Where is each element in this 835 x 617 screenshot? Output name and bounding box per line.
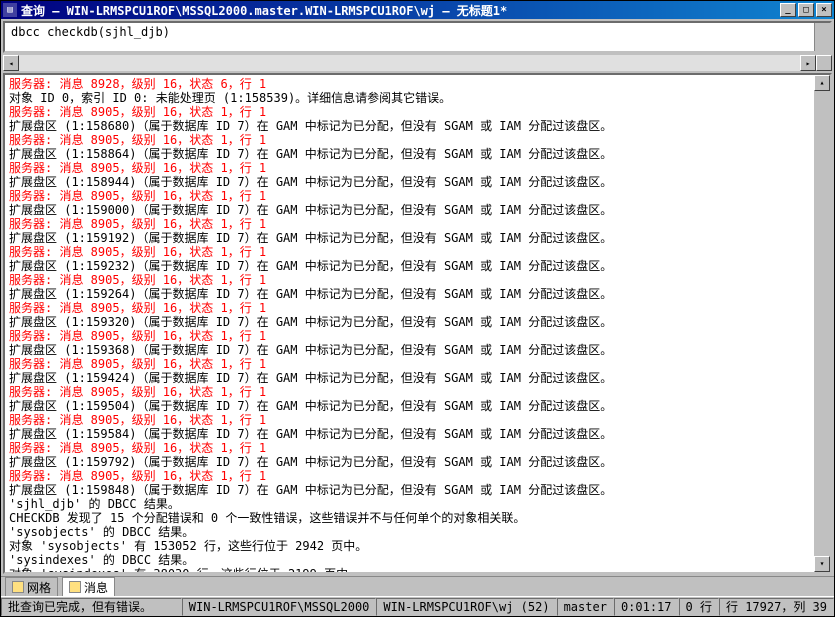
results-vscrollbar[interactable]: ▴ ▾: [814, 75, 830, 572]
message-line: 服务器: 消息 8905，级别 16，状态 1，行 1: [9, 413, 826, 427]
status-server: WIN-LRMSPCU1ROF\MSSQL2000: [182, 598, 377, 616]
scroll-corner: [816, 55, 832, 71]
message-line: 'sjhl_djb' 的 DBCC 结果。: [9, 497, 826, 511]
message-line: 服务器: 消息 8905，级别 16，状态 1，行 1: [9, 357, 826, 371]
scroll-left-icon[interactable]: ◂: [3, 55, 19, 71]
message-line: 扩展盘区 (1:159424)（属于数据库 ID 7）在 GAM 中标记为已分配…: [9, 371, 826, 385]
status-rows: 0 行: [679, 598, 719, 616]
message-line: 扩展盘区 (1:158944)（属于数据库 ID 7）在 GAM 中标记为已分配…: [9, 175, 826, 189]
message-line: 扩展盘区 (1:159320)（属于数据库 ID 7）在 GAM 中标记为已分配…: [9, 315, 826, 329]
scroll-down-icon[interactable]: ▾: [814, 556, 830, 572]
tab-messages-label: 消息: [84, 579, 108, 596]
message-line: 服务器: 消息 8905，级别 16，状态 1，行 1: [9, 329, 826, 343]
message-line: CHECKDB 发现了 15 个分配错误和 0 个一致性错误，这些错误并不与任何…: [9, 511, 826, 525]
message-line: 'sysindexes' 的 DBCC 结果。: [9, 553, 826, 567]
message-line: 扩展盘区 (1:159584)（属于数据库 ID 7）在 GAM 中标记为已分配…: [9, 427, 826, 441]
message-line: 扩展盘区 (1:159848)（属于数据库 ID 7）在 GAM 中标记为已分配…: [9, 483, 826, 497]
window-title: 查询 — WIN-LRMSPCU1ROF\MSSQL2000.master.WI…: [21, 2, 507, 19]
status-time: 0:01:17: [614, 598, 679, 616]
editor-content: dbcc checkdb(sjhl_djb): [11, 25, 170, 39]
message-line: 扩展盘区 (1:159792)（属于数据库 ID 7）在 GAM 中标记为已分配…: [9, 455, 826, 469]
message-line: 服务器: 消息 8905，级别 16，状态 1，行 1: [9, 385, 826, 399]
message-line: 服务器: 消息 8905，级别 16，状态 1，行 1: [9, 217, 826, 231]
scroll-up-icon[interactable]: ▴: [814, 75, 830, 91]
message-line: 扩展盘区 (1:159368)（属于数据库 ID 7）在 GAM 中标记为已分配…: [9, 343, 826, 357]
message-line: 服务器: 消息 8905，级别 16，状态 1，行 1: [9, 133, 826, 147]
message-line: 服务器: 消息 8905，级别 16，状态 1，行 1: [9, 245, 826, 259]
minimize-button[interactable]: _: [780, 3, 796, 17]
message-line: 扩展盘区 (1:159232)（属于数据库 ID 7）在 GAM 中标记为已分配…: [9, 259, 826, 273]
grid-icon: [12, 581, 24, 593]
message-line: 扩展盘区 (1:158864)（属于数据库 ID 7）在 GAM 中标记为已分配…: [9, 147, 826, 161]
message-line: 服务器: 消息 8905，级别 16，状态 1，行 1: [9, 105, 826, 119]
sql-editor[interactable]: dbcc checkdb(sjhl_djb): [3, 21, 832, 53]
message-line: 服务器: 消息 8905，级别 16，状态 1，行 1: [9, 273, 826, 287]
tab-grid[interactable]: 网格: [5, 577, 58, 597]
message-line: 扩展盘区 (1:158680)（属于数据库 ID 7）在 GAM 中标记为已分配…: [9, 119, 826, 133]
maximize-button[interactable]: □: [798, 3, 814, 17]
message-line: 扩展盘区 (1:159000)（属于数据库 ID 7）在 GAM 中标记为已分配…: [9, 203, 826, 217]
message-line: 服务器: 消息 8905，级别 16，状态 1，行 1: [9, 301, 826, 315]
message-line: 对象 'sysindexes' 有 38030 行，这些行位于 2199 页中。: [9, 567, 826, 574]
message-line: 对象 'sysobjects' 有 153052 行，这些行位于 2942 页中…: [9, 539, 826, 553]
message-line: 服务器: 消息 8905，级别 16，状态 1，行 1: [9, 161, 826, 175]
result-tabs: 网格 消息: [1, 576, 834, 596]
query-window: ▤ 查询 — WIN-LRMSPCU1ROF\MSSQL2000.master.…: [0, 0, 835, 617]
status-position: 行 17927，列 39: [719, 598, 834, 616]
message-line: 服务器: 消息 8905，级别 16，状态 1，行 1: [9, 441, 826, 455]
tab-messages[interactable]: 消息: [62, 577, 115, 597]
tab-grid-label: 网格: [27, 579, 51, 596]
editor-vscrollbar[interactable]: [814, 23, 830, 51]
message-line: 扩展盘区 (1:159504)（属于数据库 ID 7）在 GAM 中标记为已分配…: [9, 399, 826, 413]
scroll-right-icon[interactable]: ▸: [800, 55, 816, 71]
message-line: 服务器: 消息 8905，级别 16，状态 1，行 1: [9, 189, 826, 203]
title-bar[interactable]: ▤ 查询 — WIN-LRMSPCU1ROF\MSSQL2000.master.…: [1, 1, 834, 19]
message-line: 'sysobjects' 的 DBCC 结果。: [9, 525, 826, 539]
close-button[interactable]: ×: [816, 3, 832, 17]
results-pane[interactable]: 服务器: 消息 8928，级别 16，状态 6，行 1对象 ID 0，索引 ID…: [3, 73, 832, 574]
status-database: master: [557, 598, 614, 616]
status-bar: 批查询已完成，但有错误。 WIN-LRMSPCU1ROF\MSSQL2000 W…: [1, 596, 834, 616]
message-line: 对象 ID 0，索引 ID 0: 未能处理页 (1:158539)。详细信息请参…: [9, 91, 826, 105]
message-line: 服务器: 消息 8928，级别 16，状态 6，行 1: [9, 77, 826, 91]
editor-hscrollbar[interactable]: ◂ ▸: [3, 55, 832, 71]
message-line: 服务器: 消息 8905，级别 16，状态 1，行 1: [9, 469, 826, 483]
scroll-track[interactable]: [19, 55, 800, 71]
message-line: 扩展盘区 (1:159192)（属于数据库 ID 7）在 GAM 中标记为已分配…: [9, 231, 826, 245]
app-icon: ▤: [3, 3, 17, 17]
message-line: 扩展盘区 (1:159264)（属于数据库 ID 7）在 GAM 中标记为已分配…: [9, 287, 826, 301]
status-user: WIN-LRMSPCU1ROF\wj (52): [376, 598, 556, 616]
messages-icon: [69, 581, 81, 593]
status-message: 批查询已完成，但有错误。: [1, 598, 182, 616]
